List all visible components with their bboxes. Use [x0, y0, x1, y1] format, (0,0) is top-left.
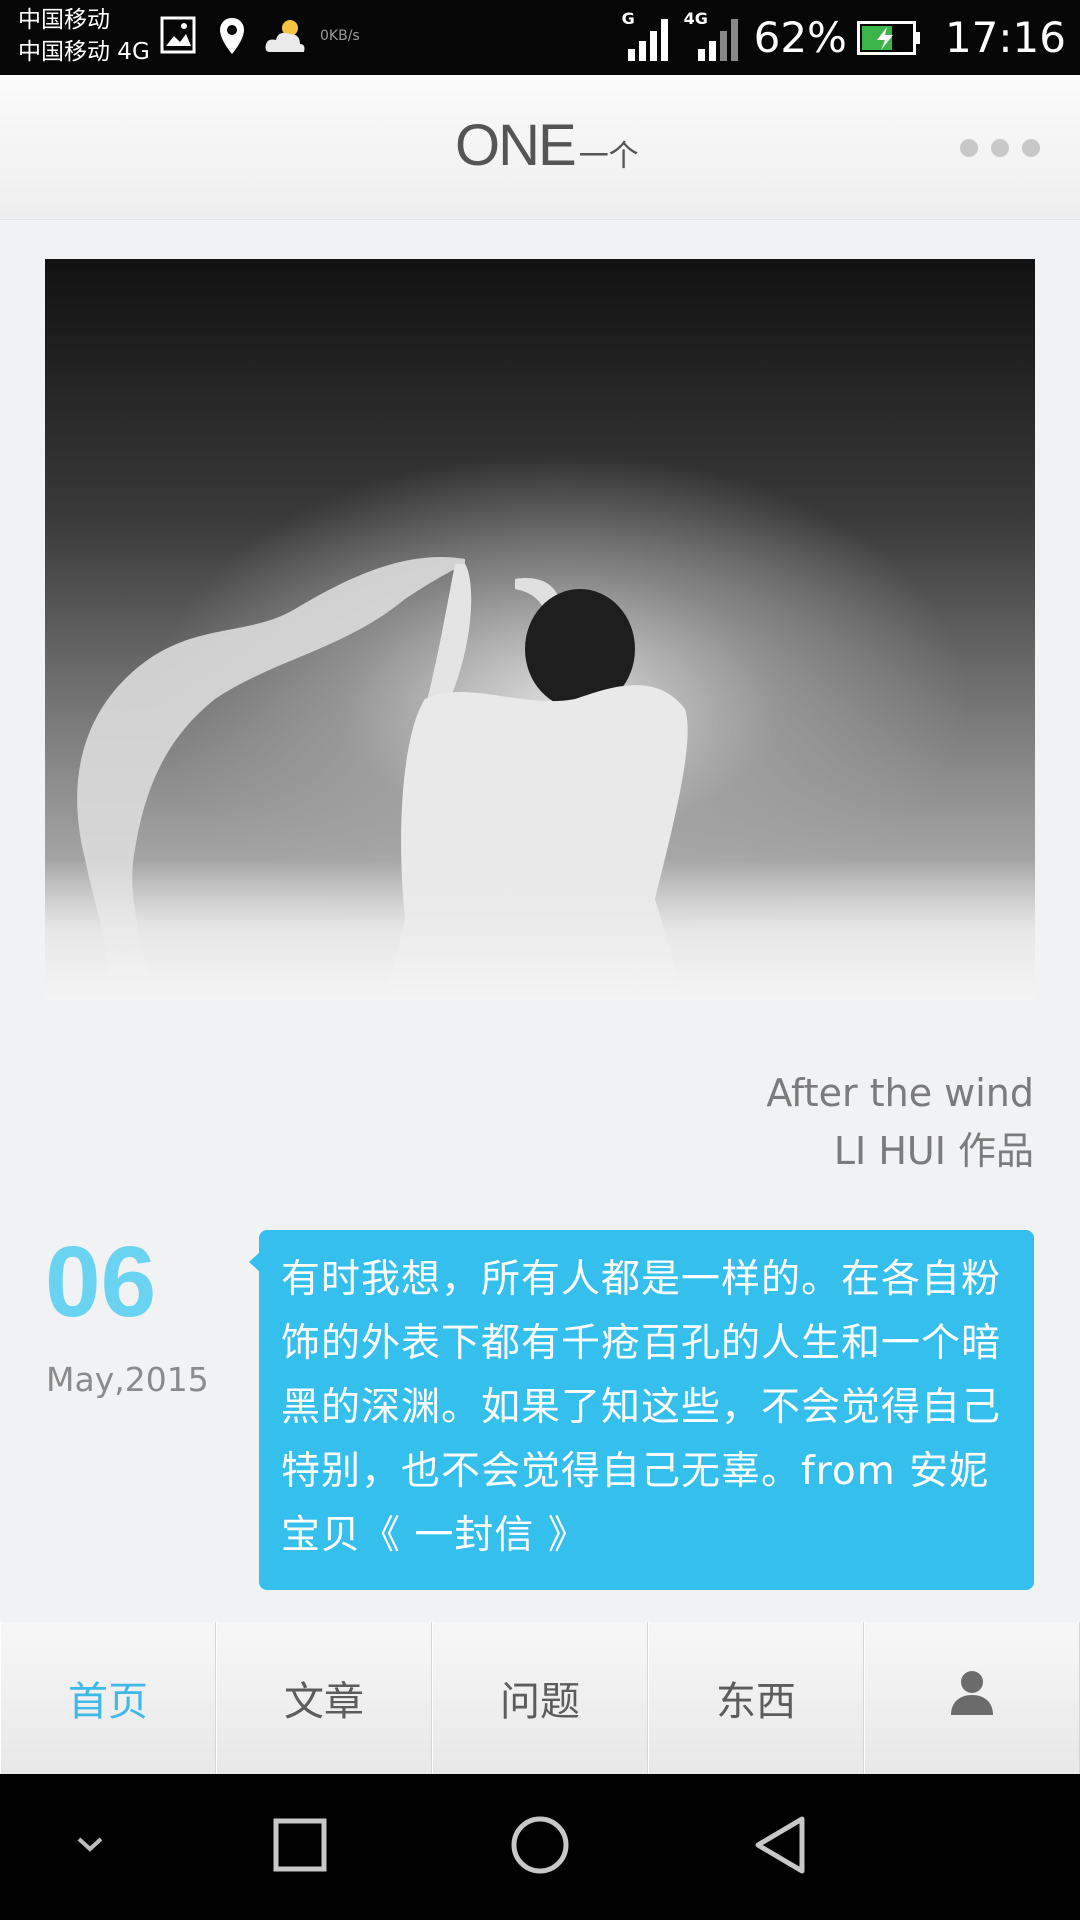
- location-icon: [218, 16, 246, 60]
- date-month-year: May,2015: [46, 1360, 209, 1399]
- back-triangle-icon: [752, 1815, 808, 1879]
- tab-things[interactable]: 东西: [648, 1622, 864, 1774]
- status-right: G 4G 62% 17:16: [622, 0, 1066, 75]
- person-icon: [949, 1669, 995, 1727]
- quote-bubble: 有时我想，所有人都是一样的。在各自粉饰的外表下都有千疮百孔的人生和一个暗黑的深渊…: [249, 1230, 1034, 1590]
- daily-photo[interactable]: [45, 259, 1035, 1001]
- tab-articles[interactable]: 文章: [216, 1622, 432, 1774]
- tab-profile[interactable]: [864, 1622, 1080, 1774]
- weather-icon: [262, 14, 310, 62]
- gallery-icon: [160, 16, 196, 60]
- clock: 17:16: [944, 13, 1066, 62]
- tab-articles-label: 文章: [284, 1679, 364, 1725]
- logo-text: ONE: [455, 113, 577, 178]
- tab-things-label: 东西: [716, 1679, 796, 1725]
- tab-home[interactable]: 首页: [0, 1622, 216, 1774]
- tab-home-label: 首页: [68, 1679, 148, 1725]
- carrier-info: 中国移动 中国移动 4G: [18, 4, 150, 68]
- app-logo: ONE 一个: [455, 117, 639, 175]
- tab-questions[interactable]: 问题: [432, 1622, 648, 1774]
- net-speed: 0KB/s: [320, 28, 360, 44]
- photo-caption: After the wind LI HUI 作品: [766, 1064, 1034, 1180]
- more-dot-icon: [1022, 139, 1040, 157]
- carrier-2: 中国移动 4G: [18, 39, 150, 65]
- more-options-button[interactable]: [960, 130, 1040, 166]
- status-bar: 中国移动 中国移动 4G 0KB/s G 4G 62% 17:16: [0, 0, 1080, 75]
- tab-questions-label: 问题: [500, 1679, 580, 1725]
- quote-text: 有时我想，所有人都是一样的。在各自粉饰的外表下都有千疮百孔的人生和一个暗黑的深渊…: [281, 1257, 1002, 1558]
- system-nav-bar: [0, 1774, 1080, 1920]
- bottom-tab-bar: 首页 文章 问题 东西: [0, 1622, 1080, 1774]
- battery-percent: 62%: [753, 13, 847, 62]
- more-dot-icon: [991, 139, 1009, 157]
- circle-icon: [510, 1815, 570, 1879]
- photo-author: LI HUI 作品: [833, 1129, 1034, 1173]
- logo-cn-text: 一个: [578, 139, 639, 174]
- home-button[interactable]: [495, 1774, 585, 1920]
- back-button[interactable]: [735, 1774, 825, 1920]
- carrier-1: 中国移动: [18, 7, 110, 33]
- recents-button[interactable]: [255, 1774, 345, 1920]
- signal-sim1-icon: G: [622, 9, 674, 63]
- photo-illustration: [45, 557, 1035, 1001]
- photo-title: After the wind: [766, 1071, 1034, 1115]
- more-dot-icon: [960, 139, 978, 157]
- signal-sim2-icon: 4G: [684, 9, 744, 63]
- chevron-down-icon: [75, 1835, 105, 1859]
- battery-icon: [856, 20, 921, 55]
- date-day: 06: [45, 1226, 157, 1338]
- hide-nav-button[interactable]: [50, 1774, 130, 1920]
- square-icon: [273, 1818, 327, 1876]
- app-header: ONE 一个: [0, 75, 1080, 220]
